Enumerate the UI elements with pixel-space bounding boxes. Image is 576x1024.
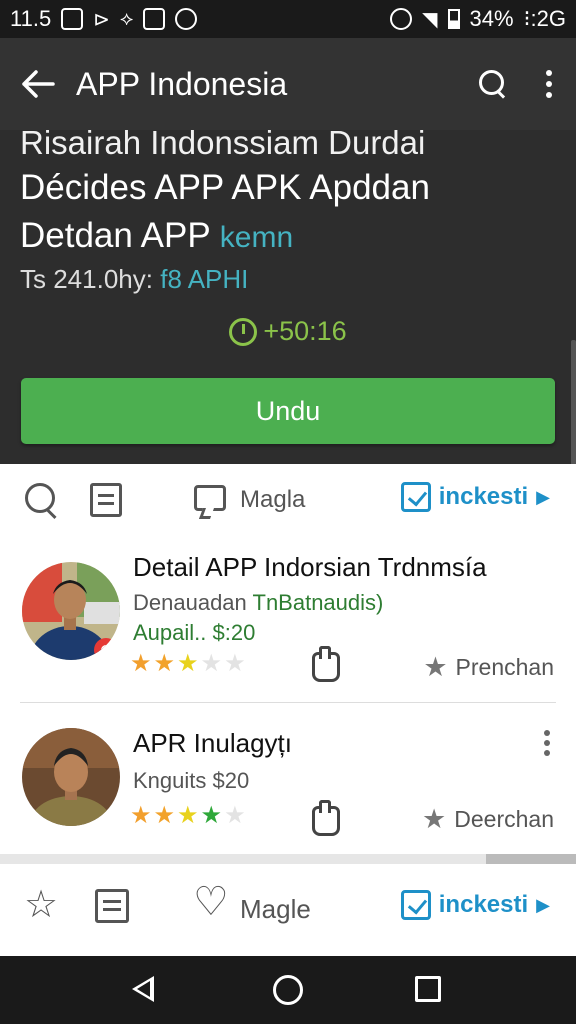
meta-text: Ts 241.0hy: <box>20 264 153 294</box>
item-overflow-icon[interactable] <box>544 730 550 756</box>
settings-icon <box>390 8 413 30</box>
nav-back-icon[interactable] <box>132 976 154 1002</box>
bottom-action-bar: ☆ ♡ Magle inckesti ▶ <box>0 864 576 956</box>
list-item[interactable]: Detail APP Indorsian Trdnmsía Denauadan … <box>0 552 576 702</box>
star-icon: ★ <box>130 802 152 829</box>
app-bar: APP Indonesia <box>0 38 576 130</box>
star-icon: ★ <box>422 804 447 834</box>
install-label: inckesti <box>438 483 529 510</box>
rating-stars: ★ ★ ★ ★ ★ <box>130 652 246 676</box>
app-name-line-3-main: Detdan APP <box>20 216 211 255</box>
item-subtitle: Denauadan TnBatnaudis) <box>133 590 383 616</box>
app-meta: Ts 241.0hy: f8 APHI <box>20 264 248 295</box>
star-icon: ★ <box>423 652 448 682</box>
play-arrow-icon: ▶ <box>536 486 550 507</box>
page-title: APP Indonesia <box>76 65 288 102</box>
item-action-label: Prenchan <box>455 654 554 680</box>
heart-icon[interactable]: ♡ <box>193 882 229 922</box>
developer-link[interactable]: kemn <box>220 221 293 254</box>
avatar <box>22 728 120 826</box>
countdown: +50:16 <box>0 316 576 347</box>
search-icon[interactable] <box>24 482 60 518</box>
system-navigation-bar <box>0 956 576 1024</box>
chat-icon[interactable] <box>194 485 226 511</box>
wifi-icon: ◥ <box>422 8 438 31</box>
star-icon: ★ <box>177 650 199 677</box>
install-icon <box>400 890 431 920</box>
item-action-label: Deerchan <box>454 806 554 832</box>
battery-percent: 34% <box>469 6 514 31</box>
rating-stars: ★ ★ ★ ★ ★ <box>130 804 246 828</box>
star-icon: ★ <box>153 650 176 677</box>
status-left: 11.5 ⊳ ⟡ <box>10 6 198 32</box>
star-icon: ★ <box>130 650 152 677</box>
item-title: Detail APP Indorsian Trdnmsía <box>133 552 487 582</box>
alarm-icon <box>175 8 198 30</box>
nav-recents-icon[interactable] <box>415 976 441 1002</box>
document-icon[interactable] <box>95 889 129 923</box>
app-header-section: Risairah Indonssiam Durdai Décides APP A… <box>0 130 576 464</box>
install-icon <box>400 482 431 512</box>
avatar <box>22 562 120 660</box>
star-icon: ★ <box>177 802 199 829</box>
item-subtitle-link[interactable]: TnBatnaudis) <box>253 590 384 615</box>
item-subtitle-main: Denauadan <box>133 590 247 615</box>
app-list-card: Magla inckesti ▶ Detail APP Indorsian Tr… <box>0 464 576 854</box>
network-type: ⁝:2G <box>523 6 566 31</box>
status-time: 11.5 <box>10 6 52 31</box>
status-right: ◥ 34% ⁝:2G <box>390 6 566 32</box>
favorite-star-icon[interactable]: ☆ <box>24 886 58 924</box>
app-name-line-2: Décides APP APK Apddan <box>20 168 430 207</box>
item-action[interactable]: ★ Prenchan <box>423 652 554 683</box>
card-toolbar: Magla inckesti ▶ <box>0 464 576 536</box>
item-price: Aupail.. $:20 <box>133 620 256 645</box>
app-name-line-1: Risairah Indonssiam Durdai <box>20 130 426 161</box>
search-icon[interactable] <box>478 69 508 99</box>
item-action[interactable]: ★ Deerchan <box>422 804 554 835</box>
play-arrow-icon: ▶ <box>536 894 550 915</box>
item-title: APR Inulagyțı <box>133 728 292 758</box>
item-subtitle: Knguits $20 <box>133 768 250 793</box>
meta-link[interactable]: f8 APHI <box>160 264 248 294</box>
app-bar-actions <box>478 69 576 99</box>
like-hand-icon[interactable] <box>312 646 340 682</box>
sim-icon <box>61 8 84 30</box>
link-icon: ⟡ <box>119 7 134 30</box>
star-icon: ★ <box>200 650 223 677</box>
app-notification-icon <box>143 8 166 30</box>
status-bar: 11.5 ⊳ ⟡ ◥ 34% ⁝:2G <box>0 0 576 38</box>
battery-icon <box>447 9 460 29</box>
scrollbar[interactable] <box>571 340 576 464</box>
list-item[interactable]: APR Inulagyțı Knguits $20 ★ ★ ★ ★ ★ ★ De… <box>0 728 576 848</box>
star-icon: ★ <box>153 802 176 829</box>
app-name-line-3: Detdan APP kemn <box>20 216 293 256</box>
star-icon: ★ <box>224 650 246 677</box>
section-separator <box>0 854 576 864</box>
like-hand-icon[interactable] <box>312 800 340 836</box>
install-link[interactable]: inckesti ▶ <box>400 482 550 512</box>
timer-icon <box>229 317 258 346</box>
countdown-value: +50:16 <box>263 316 347 346</box>
overflow-menu-icon[interactable] <box>546 70 552 98</box>
back-arrow-icon[interactable] <box>0 38 76 130</box>
star-icon: ★ <box>200 802 223 829</box>
divider <box>20 702 556 703</box>
install-link[interactable]: inckesti ▶ <box>400 890 550 920</box>
star-icon: ★ <box>224 802 246 829</box>
install-label: inckesti <box>438 891 529 918</box>
download-button[interactable]: Undu <box>21 378 555 444</box>
bottom-label[interactable]: Magle <box>240 894 311 925</box>
signal-app-icon: ⊳ <box>93 8 110 31</box>
nav-home-icon[interactable] <box>273 975 303 1005</box>
toolbar-label[interactable]: Magla <box>240 486 305 514</box>
document-icon[interactable] <box>90 483 122 517</box>
